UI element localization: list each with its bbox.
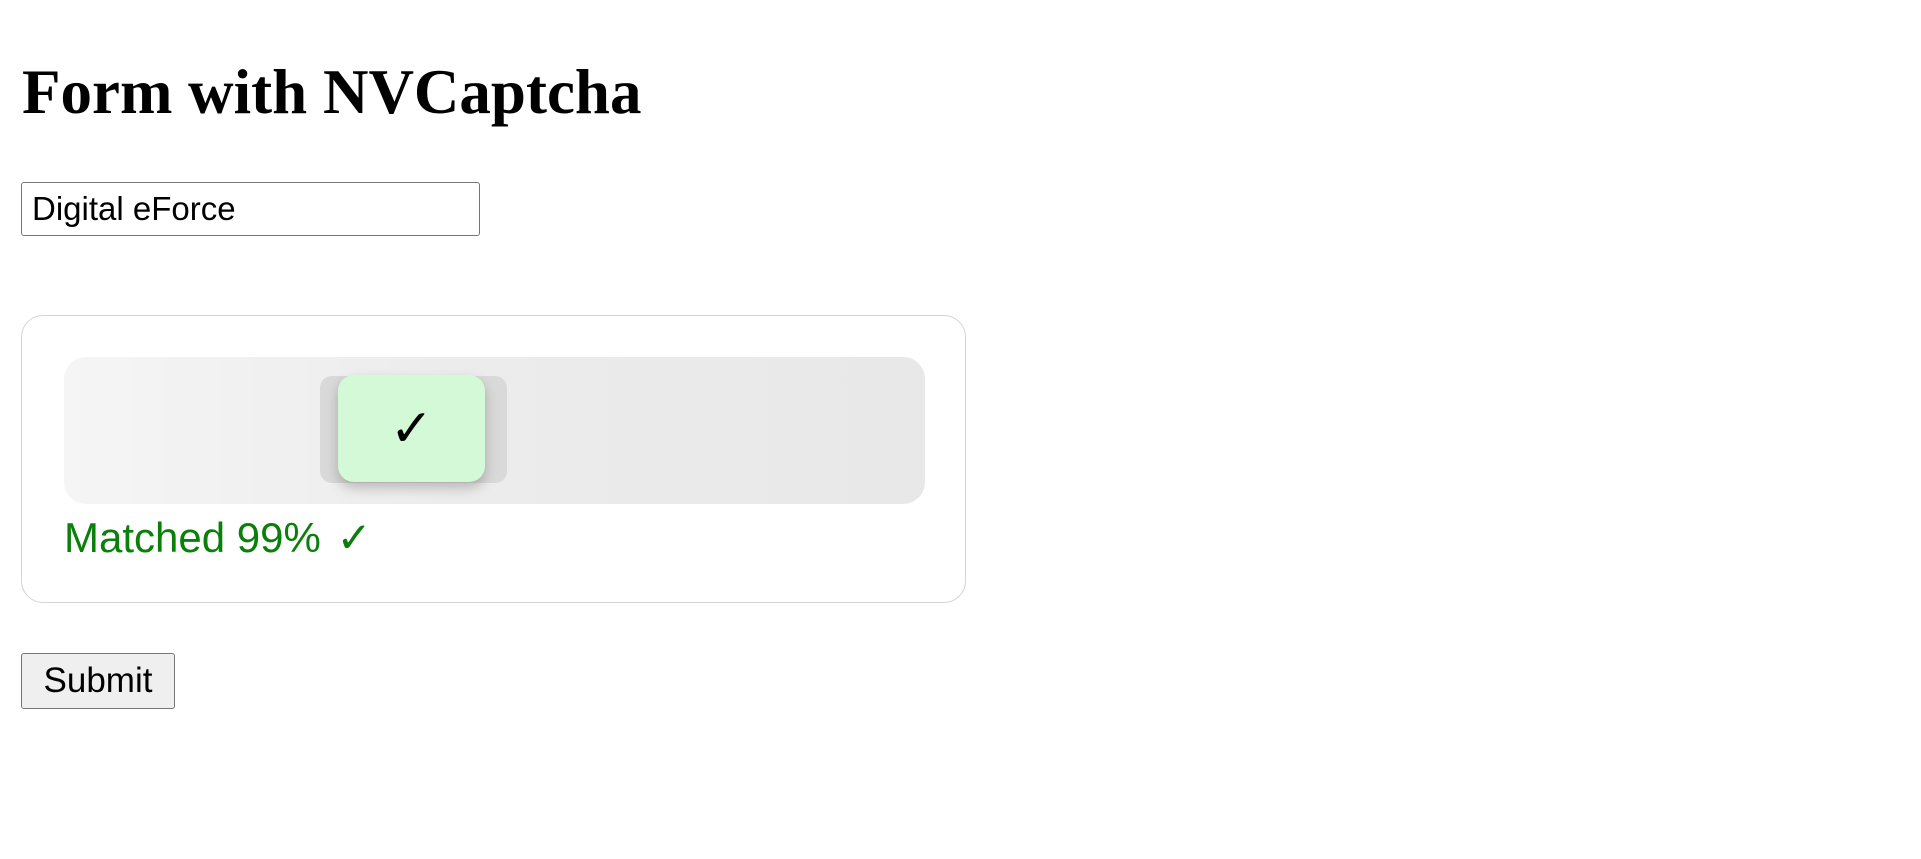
match-status: Matched 99% ✓ (64, 510, 372, 566)
slider-handle[interactable]: ✓ (338, 375, 485, 482)
name-input[interactable] (21, 182, 480, 236)
match-status-text: Matched 99% (64, 514, 321, 561)
captcha-widget: ✓ Matched 99% ✓ (21, 315, 966, 603)
slider-track[interactable]: ✓ (64, 357, 925, 504)
status-checkmark-icon: ✓ (336, 513, 372, 562)
checkmark-icon: ✓ (389, 398, 434, 459)
submit-button[interactable]: Submit (21, 653, 175, 709)
page-title: Form with NVCaptcha (22, 57, 642, 127)
